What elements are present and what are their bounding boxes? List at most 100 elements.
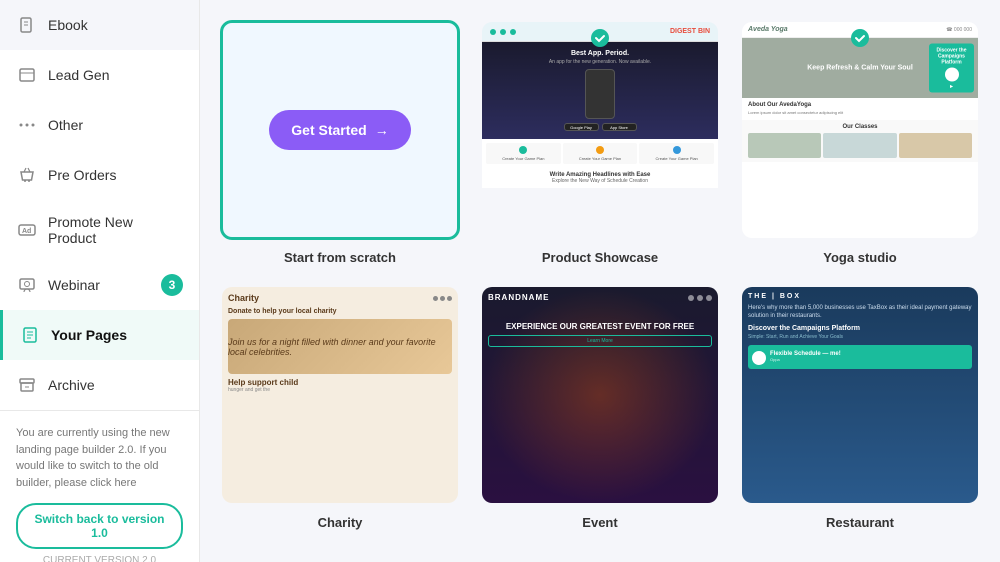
sidebar-item-webinar-label: Webinar <box>48 277 100 293</box>
rest-sub: Simple: Start, Run and Achieve Your Goal… <box>748 334 972 341</box>
ys-class-cards <box>748 133 972 158</box>
ps-nav-dot3 <box>510 29 516 35</box>
ps-logo: DIGEST BIN <box>670 28 710 35</box>
ys-promo-box: Discover the Campaigns Platform ▶ <box>929 44 974 93</box>
template-card-event: BRANDNAME Experience Our Greatest Event … <box>480 285 720 530</box>
charity-dot-2 <box>440 296 445 301</box>
template-card-product-showcase: DIGEST BIN Best App. Period. An app for … <box>480 20 720 265</box>
ps-hero: Best App. Period. An app for the new gen… <box>482 42 718 139</box>
event-social <box>688 295 712 301</box>
ps-hero-sub: An app for the new generation. Now avail… <box>490 59 710 65</box>
ps-feature-text-3: Create Your Game Plan <box>642 156 711 161</box>
template-preview-restaurant[interactable]: THE | BOX Here's why more than 5,000 bus… <box>740 285 980 505</box>
sidebar-item-ebook-label: Ebook <box>48 17 88 33</box>
svg-text:Ad: Ad <box>22 228 31 235</box>
charity-dot-1 <box>433 296 438 301</box>
sidebar-item-promote-new-product[interactable]: Ad Promote New Product <box>0 200 199 260</box>
sidebar-item-other[interactable]: Other <box>0 100 199 150</box>
sidebar-item-pre-orders[interactable]: Pre Orders <box>0 150 199 200</box>
ys-hero-title: Keep Refresh & Calm Your Soul <box>807 65 913 72</box>
ps-feature-text-1: Create Your Game Plan <box>489 156 558 161</box>
sidebar-item-other-label: Other <box>48 117 83 133</box>
charity-header: Charity <box>228 293 452 303</box>
event-social-dot-2 <box>697 295 703 301</box>
dots-icon <box>16 114 38 136</box>
charity-image: Join us for a night filled with dinner a… <box>228 319 452 374</box>
charity-subheadline: Help support child <box>228 378 452 387</box>
template-label-charity: Charity <box>318 515 363 530</box>
event-bg <box>482 287 718 503</box>
ps-feature-1: Create Your Game Plan <box>486 143 561 164</box>
rest-logo: THE | BOX <box>748 293 801 300</box>
ps-nav-dot2 <box>500 29 506 35</box>
sidebar-item-your-pages-label: Your Pages <box>51 327 127 343</box>
pages-icon <box>19 324 41 346</box>
lead-icon <box>16 64 38 86</box>
get-started-button[interactable]: Get Started → <box>269 110 410 150</box>
sidebar-item-your-pages[interactable]: Your Pages <box>0 310 199 360</box>
sidebar-item-ebook[interactable]: Ebook <box>0 0 199 50</box>
arrow-right-icon: → <box>375 122 389 138</box>
event-social-dot-1 <box>688 295 694 301</box>
sidebar: Ebook Lead Gen Other <box>0 0 200 562</box>
charity-nav-dots <box>433 296 452 301</box>
book-icon <box>16 14 38 36</box>
event-cta: Learn More <box>488 335 712 347</box>
sidebar-item-archive[interactable]: Archive <box>0 360 199 410</box>
ys-class-card-2 <box>823 133 896 158</box>
templates-grid: Get Started → Start from scratch <box>220 20 980 530</box>
get-started-label: Get Started <box>291 122 366 138</box>
charity-preview: Charity Donate to help your local charit… <box>222 287 458 503</box>
template-preview-yoga-studio[interactable]: Aveda Yoga ☎ 000 000 Keep Refresh & Calm… <box>740 20 980 240</box>
event-preview: BRANDNAME Experience Our Greatest Event … <box>482 287 718 503</box>
ys-logo: Aveda Yoga <box>748 26 788 33</box>
template-card-scratch: Get Started → Start from scratch <box>220 20 460 265</box>
template-label-restaurant: Restaurant <box>826 515 894 530</box>
rest-promo-title: Flexible Schedule — me! <box>770 351 841 357</box>
sidebar-item-lead-gen-label: Lead Gen <box>48 67 110 83</box>
yoga-studio-preview: Aveda Yoga ☎ 000 000 Keep Refresh & Calm… <box>742 22 978 238</box>
template-preview-product-showcase[interactable]: DIGEST BIN Best App. Period. An app for … <box>480 20 720 240</box>
ps-hero-title: Best App. Period. <box>490 50 710 57</box>
sidebar-item-lead-gen[interactable]: Lead Gen <box>0 50 199 100</box>
sidebar-item-webinar[interactable]: Webinar 3 <box>0 260 199 310</box>
ps-btn-apple: App Store <box>602 123 637 131</box>
template-label-yoga-studio: Yoga studio <box>823 250 896 265</box>
ys-classes-title: Our Classes <box>748 124 972 130</box>
template-label-scratch: Start from scratch <box>284 250 396 265</box>
template-preview-charity[interactable]: Charity Donate to help your local charit… <box>220 285 460 505</box>
event-headline-title: Experience Our Greatest Event for FREE <box>488 322 712 331</box>
charity-title: Charity <box>228 293 259 303</box>
rest-promo-text: Oppa <box>770 357 841 362</box>
main-content: Get Started → Start from scratch <box>200 0 1000 562</box>
template-preview-scratch[interactable]: Get Started → <box>220 20 460 240</box>
sidebar-item-pre-orders-label: Pre Orders <box>48 167 116 183</box>
event-headline: Experience Our Greatest Event for FREE L… <box>488 322 712 347</box>
rest-hero: Here's why more than 5,000 businesses us… <box>748 304 972 321</box>
template-card-yoga-studio: Aveda Yoga ☎ 000 000 Keep Refresh & Calm… <box>740 20 980 265</box>
restaurant-preview: THE | BOX Here's why more than 5,000 bus… <box>742 287 978 503</box>
switch-version-button[interactable]: Switch back to version 1.0 <box>16 503 183 549</box>
event-header: BRANDNAME <box>488 293 712 302</box>
sidebar-item-archive-label: Archive <box>48 377 95 393</box>
sidebar-footer: You are currently using the new landing … <box>0 410 199 562</box>
charity-text: hunger and get the <box>228 387 452 394</box>
rest-header: THE | BOX <box>748 293 972 300</box>
ps-btns: Google Play App Store <box>490 123 710 131</box>
basket-icon <box>16 164 38 186</box>
ps-feature-icon-1 <box>519 146 527 154</box>
ys-section-text: Lorem ipsum dolor sit amet consectetur a… <box>748 110 972 116</box>
ad-icon: Ad <box>16 219 38 241</box>
webinar-icon <box>16 274 38 296</box>
ps-headline: Write Amazing Headlines with Ease Explor… <box>482 168 718 188</box>
ps-nav-dot <box>490 29 496 35</box>
ps-features: Create Your Game Plan Create Your Game P… <box>482 139 718 168</box>
version-notice: You are currently using the new landing … <box>16 425 183 491</box>
template-preview-event[interactable]: BRANDNAME Experience Our Greatest Event … <box>480 285 720 505</box>
template-card-charity: Charity Donate to help your local charit… <box>220 285 460 530</box>
charity-donate-headline: Donate to help your local charity <box>228 308 452 315</box>
rest-headline: Discover the Campaigns Platform <box>748 325 972 332</box>
ys-section: About Our AvedaYoga Lorem ipsum dolor si… <box>742 98 978 120</box>
ys-section-title: About Our AvedaYoga <box>748 102 972 108</box>
ps-feature-2: Create Your Game Plan <box>563 143 638 164</box>
